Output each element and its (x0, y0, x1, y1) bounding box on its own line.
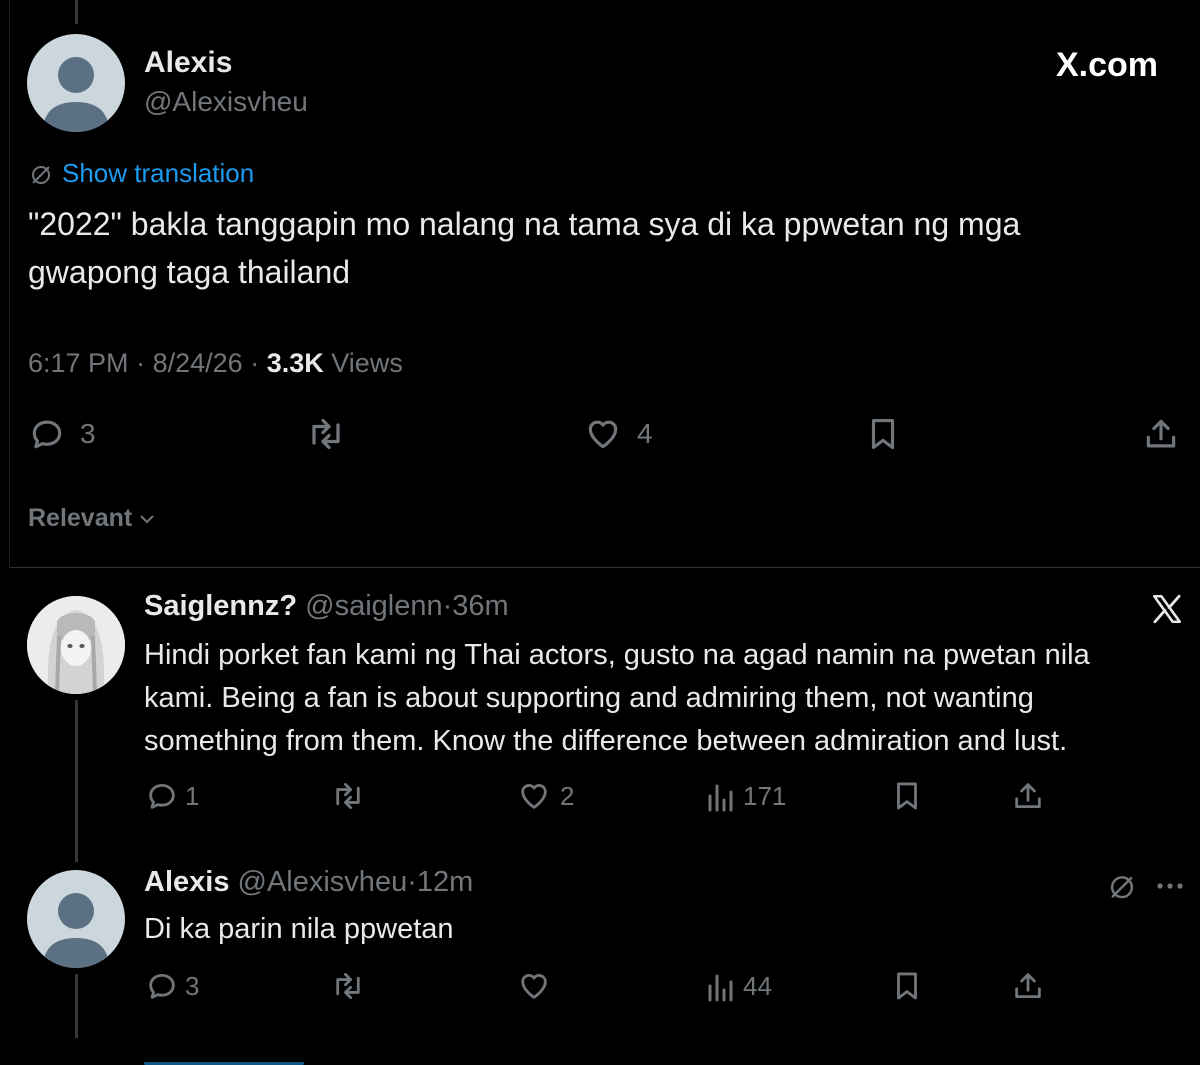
repost-button[interactable] (330, 780, 366, 812)
avatar[interactable] (27, 596, 125, 694)
handle[interactable]: @Alexisvheu (144, 86, 308, 118)
meta-separator: · (250, 348, 260, 378)
reply-text: Di ka parin nila ppwetan (144, 913, 454, 945)
post-time[interactable]: 6:17 PM (28, 348, 129, 378)
repost-icon (305, 415, 347, 453)
left-border (9, 0, 10, 568)
bookmark-icon (864, 415, 902, 453)
bookmark-button[interactable] (890, 969, 924, 1003)
reply-text-line-1: Hindi porket fan kami ng Thai actors, gu… (144, 639, 1090, 671)
views-count: 44 (743, 971, 772, 1001)
profile-photo-icon (27, 596, 125, 694)
repost-icon (330, 780, 366, 812)
views-label: Views (331, 348, 403, 378)
reply-text-line-2: kami. Being a fan is about supporting an… (144, 682, 1034, 714)
reply-button[interactable]: 3 (145, 969, 199, 1003)
x-logo-icon (1150, 592, 1184, 626)
reply-header: Saiglennz? @saiglenn·36m (144, 590, 509, 623)
views-icon (707, 972, 735, 1002)
reply-age[interactable]: 12m (417, 866, 473, 898)
post-text-line-1: "2022" bakla tanggapin mo nalang na tama… (28, 206, 1021, 242)
reply-handle[interactable]: @saiglenn (305, 590, 442, 622)
reply-icon (145, 779, 179, 813)
bookmark-button[interactable] (864, 415, 902, 453)
post-text-line-2: gwapong taga thailand (28, 254, 351, 290)
brand-watermark: X.com (1056, 46, 1159, 84)
cutoff-link-remnant[interactable] (144, 1058, 304, 1065)
default-avatar-icon (43, 57, 109, 132)
reply-button[interactable]: 3 (28, 415, 96, 453)
post-meta: 6:17 PM · 8/24/26 · 3.3K Views (28, 348, 403, 379)
sort-label: Relevant (28, 504, 133, 532)
reply-age[interactable]: 36m (452, 590, 508, 622)
share-icon (1142, 415, 1180, 453)
show-translation-link[interactable]: Show translation (28, 158, 254, 189)
reply-handle[interactable]: @Alexisvheu (238, 866, 408, 898)
heart-icon (516, 969, 552, 1003)
share-icon (1011, 969, 1045, 1003)
reply-count: 1 (185, 780, 200, 811)
repost-icon (330, 970, 366, 1002)
views-button[interactable]: 171 (707, 781, 786, 812)
post-date[interactable]: 8/24/26 (153, 348, 243, 378)
share-icon (1011, 779, 1045, 813)
heart-icon (516, 779, 552, 813)
bookmark-icon (890, 969, 924, 1003)
share-button[interactable] (1011, 779, 1045, 813)
translate-icon[interactable] (1106, 870, 1138, 902)
thread-line (75, 974, 78, 1038)
like-count: 4 (637, 418, 653, 449)
repost-button[interactable] (330, 970, 366, 1002)
avatar[interactable] (27, 870, 125, 968)
show-translation-label[interactable]: Show translation (62, 158, 254, 189)
thread-line-top (75, 0, 78, 24)
meta-separator: · (407, 866, 417, 898)
divider (10, 567, 1200, 568)
meta-separator: · (442, 590, 453, 622)
reply-icon (145, 969, 179, 1003)
chevron-down-icon (138, 510, 156, 528)
like-button[interactable] (516, 969, 552, 1003)
thread-line (75, 700, 78, 862)
like-button[interactable]: 2 (516, 779, 574, 813)
bookmark-icon (890, 779, 924, 813)
avatar[interactable] (27, 34, 125, 132)
reply-header: Alexis @Alexisvheu·12m (144, 866, 473, 899)
reply-count: 3 (185, 970, 200, 1001)
repost-button[interactable] (305, 415, 347, 453)
display-name[interactable]: Alexis (144, 46, 232, 80)
views-button[interactable]: 44 (707, 971, 772, 1002)
views-icon (707, 782, 735, 812)
reply-text-line-3: something from them. Know the difference… (144, 725, 1068, 757)
bookmark-button[interactable] (890, 779, 924, 813)
translate-icon (28, 161, 54, 187)
views-count: 3.3K (266, 348, 324, 378)
default-avatar-icon (43, 893, 109, 968)
reply-display-name[interactable]: Saiglennz? (144, 590, 297, 622)
share-button[interactable] (1142, 415, 1180, 453)
views-count: 171 (743, 781, 787, 811)
sort-selector[interactable]: Relevant (28, 504, 156, 533)
more-icon[interactable] (1156, 878, 1184, 894)
reply-display-name[interactable]: Alexis (144, 866, 229, 898)
share-button[interactable] (1011, 969, 1045, 1003)
like-button[interactable]: 4 (583, 415, 653, 453)
meta-separator: · (136, 348, 146, 378)
heart-icon (583, 415, 623, 453)
reply-icon (28, 415, 66, 453)
like-count: 2 (560, 780, 575, 811)
reply-count: 3 (80, 418, 96, 449)
reply-button[interactable]: 1 (145, 779, 199, 813)
